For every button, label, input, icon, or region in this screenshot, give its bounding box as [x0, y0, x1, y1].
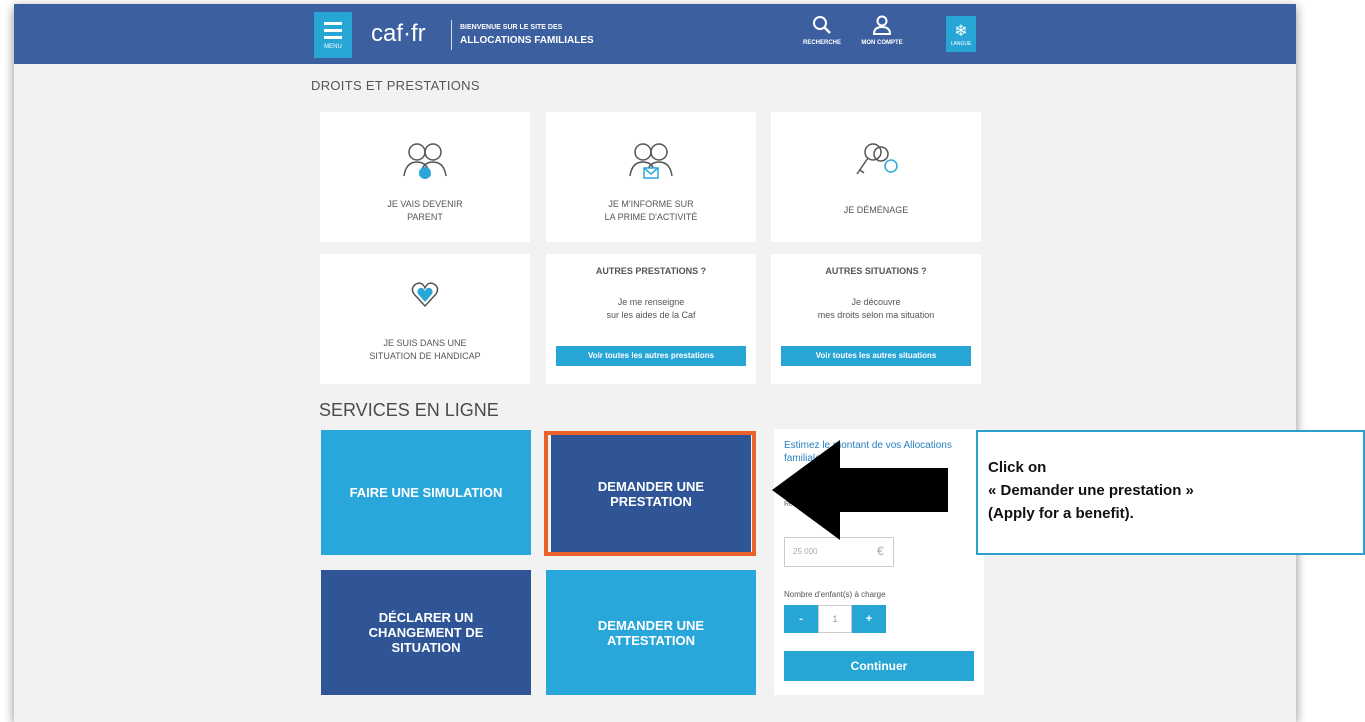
callout-line2: « Demander une prestation » — [988, 482, 1194, 499]
instruction-callout: Click on « Demander une prestation » (Ap… — [976, 430, 1365, 555]
tutorial-screenshot: MENU caf·fr BIENVENUE SUR LE SITE DES AL… — [0, 0, 1365, 722]
callout-line1: Click on — [988, 459, 1047, 476]
callout-line3: (Apply for a benefit). — [988, 505, 1134, 522]
pointer-arrow — [772, 440, 948, 540]
